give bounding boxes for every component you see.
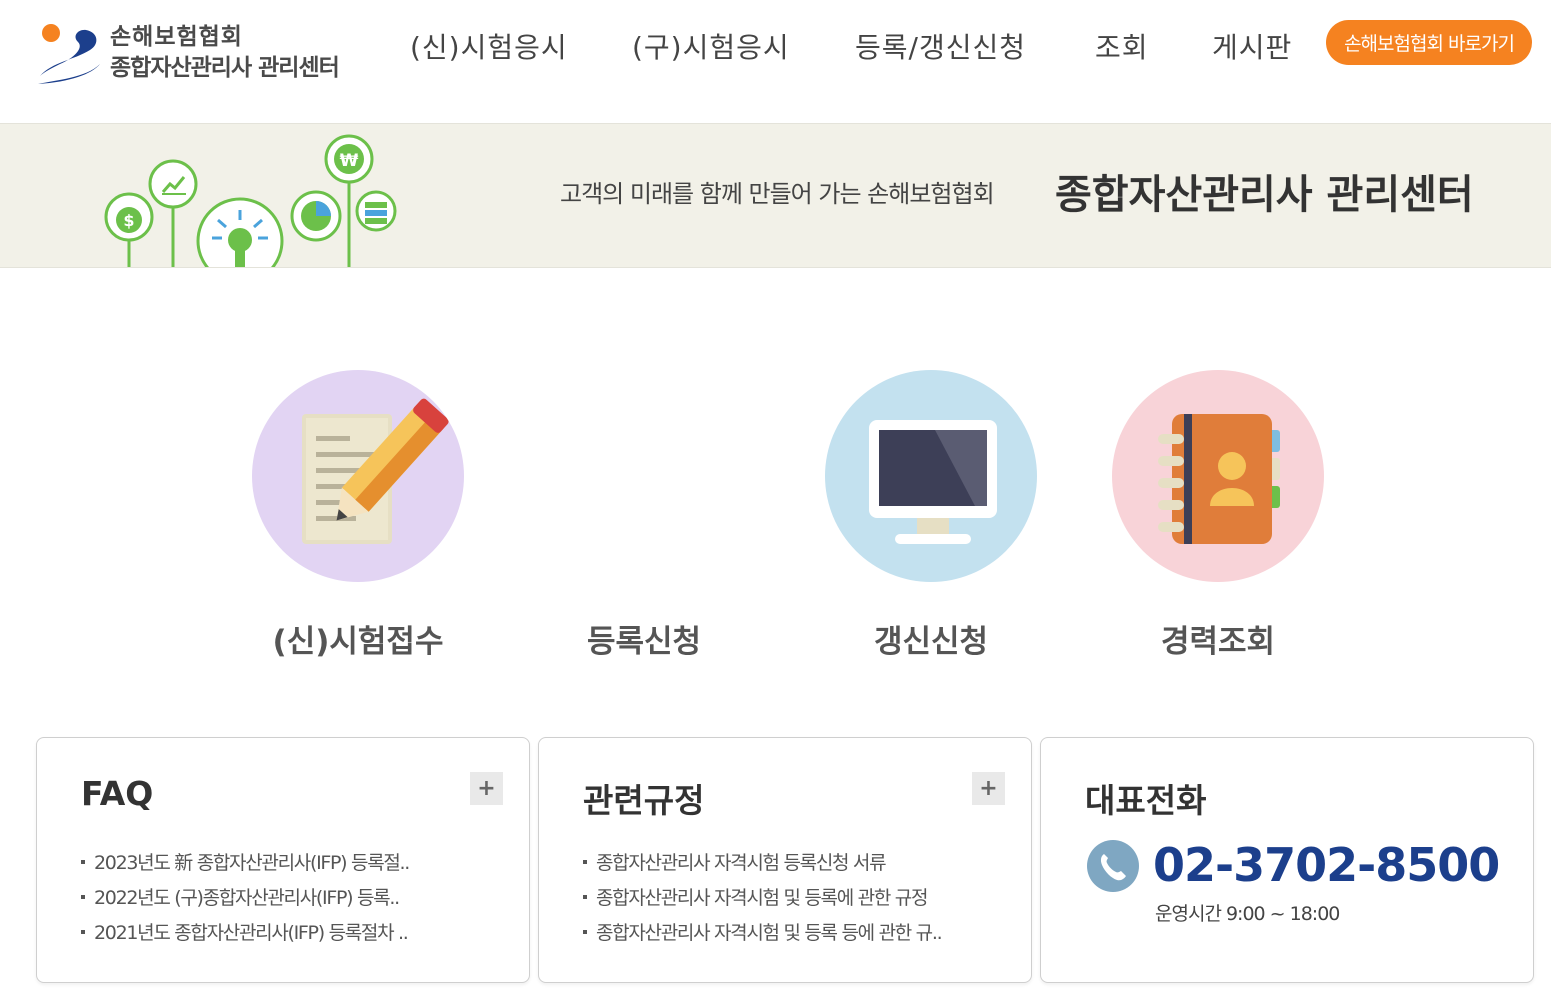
- light-bulb-icon: [196, 197, 284, 267]
- bullet-icon: [81, 894, 85, 899]
- banner-title: 종합자산관리사 관리센터: [1055, 172, 1474, 218]
- nav-registration-renewal[interactable]: 등록/갱신신청: [855, 22, 1026, 70]
- phone-icon: [1087, 840, 1139, 892]
- faq-more-button[interactable]: +: [470, 772, 503, 805]
- quick-menu-label: 갱신신청: [873, 624, 989, 660]
- trend-chart-icon: [148, 159, 198, 209]
- regulations-panel: 관련규정 + 종합자산관리사 자격시험 등록신청 서류 종합자산관리사 자격시험…: [538, 737, 1032, 983]
- quick-circle: [252, 370, 464, 582]
- regulation-item[interactable]: 종합자산관리사 자격시험 및 등록 등에 관한 규..: [583, 914, 943, 949]
- quick-menu-new-exam-apply[interactable]: (신)시험접수: [252, 370, 464, 660]
- bullet-icon: [583, 929, 587, 934]
- banner-subtitle: 고객의 미래를 함께 만들어 가는 손해보험협회: [560, 180, 995, 208]
- faq-item[interactable]: 2022년도 (구)종합자산관리사(IFP) 등록..: [81, 879, 409, 914]
- quick-menu-registration[interactable]: 등록신청: [538, 370, 750, 660]
- quick-circle: [538, 370, 750, 582]
- association-link-button[interactable]: 손해보험협회 바로가기: [1326, 20, 1532, 65]
- faq-item[interactable]: 2021년도 종합자산관리사(IFP) 등록절차 ..: [81, 914, 409, 949]
- finance-tree-illustration: $ ₩: [100, 124, 410, 267]
- logo-mark-icon: [34, 20, 104, 86]
- site-header: 손해보험협회 종합자산관리사 관리센터 (신)시험응시 (구)시험응시 등록/갱…: [0, 0, 1551, 123]
- cash-stack-icon: [355, 190, 397, 232]
- phone-number[interactable]: 02-3702-8500: [1153, 838, 1500, 892]
- regulation-item[interactable]: 종합자산관리사 자격시험 및 등록에 관한 규정: [583, 879, 941, 914]
- regulations-title: 관련규정: [583, 781, 705, 820]
- logo-subtitle: 종합자산관리사 관리센터: [110, 55, 340, 81]
- quick-menu-label: (신)시험접수: [272, 624, 444, 660]
- bullet-icon: [583, 859, 587, 864]
- logo-title: 손해보험협회: [110, 24, 243, 50]
- regulation-item[interactable]: 종합자산관리사 자격시험 등록신청 서류: [583, 844, 941, 879]
- won-coin-icon: ₩: [324, 134, 374, 184]
- quick-menu-career-lookup[interactable]: 경력조회: [1112, 370, 1324, 660]
- monitor-icon: [869, 420, 997, 544]
- svg-text:₩: ₩: [340, 151, 359, 171]
- site-logo[interactable]: 손해보험협회 종합자산관리사 관리센터: [34, 18, 374, 88]
- nav-old-exam[interactable]: (구)시험응시: [632, 22, 790, 70]
- nav-board[interactable]: 게시판: [1212, 22, 1292, 70]
- faq-item-text: 2023년도 新 종합자산관리사(IFP) 등록절..: [94, 852, 410, 874]
- faq-item-text: 2021년도 종합자산관리사(IFP) 등록절차 ..: [94, 922, 409, 944]
- quick-menu-renewal[interactable]: 갱신신청: [825, 370, 1037, 660]
- svg-text:$: $: [123, 211, 134, 230]
- pie-chart-icon: [290, 190, 342, 242]
- quick-menu-label: 경력조회: [1160, 624, 1276, 660]
- regulation-item-text: 종합자산관리사 자격시험 및 등록에 관한 규정: [596, 887, 928, 909]
- pencil-document-icon: [302, 398, 449, 544]
- nav-new-exam[interactable]: (신)시험응시: [410, 22, 568, 70]
- contact-title: 대표전화: [1085, 781, 1207, 820]
- hero-banner: $ ₩ 고객의 미래를 함께 만들어 가는 손해보험협회 종합자산관리사 관리센…: [0, 123, 1551, 268]
- bullet-icon: [81, 859, 85, 864]
- money-bag-icon: $: [104, 192, 154, 242]
- regulation-item-text: 종합자산관리사 자격시험 및 등록 등에 관한 규..: [596, 922, 943, 944]
- bullet-icon: [81, 929, 85, 934]
- quick-circle: [1112, 370, 1324, 582]
- quick-menu-label: 등록신청: [586, 624, 702, 660]
- regulation-item-text: 종합자산관리사 자격시험 등록신청 서류: [596, 852, 887, 874]
- address-book-icon: [1158, 414, 1280, 544]
- regulations-more-button[interactable]: +: [972, 772, 1005, 805]
- faq-title: FAQ: [81, 774, 154, 813]
- faq-list: 2023년도 新 종합자산관리사(IFP) 등록절.. 2022년도 (구)종합…: [81, 844, 410, 949]
- faq-item[interactable]: 2023년도 新 종합자산관리사(IFP) 등록절..: [81, 844, 410, 879]
- bullet-icon: [583, 894, 587, 899]
- nav-inquiry[interactable]: 조회: [1095, 22, 1149, 70]
- business-hours: 운영시간 9:00 ~ 18:00: [1155, 903, 1340, 925]
- quick-circle: [825, 370, 1037, 582]
- faq-item-text: 2022년도 (구)종합자산관리사(IFP) 등록..: [94, 887, 400, 909]
- regulations-list: 종합자산관리사 자격시험 등록신청 서류 종합자산관리사 자격시험 및 등록에 …: [583, 844, 943, 949]
- faq-panel: FAQ + 2023년도 新 종합자산관리사(IFP) 등록절.. 2022년도…: [36, 737, 530, 983]
- contact-panel: 대표전화 02-3702-8500 운영시간 9:00 ~ 18:00: [1040, 737, 1534, 983]
